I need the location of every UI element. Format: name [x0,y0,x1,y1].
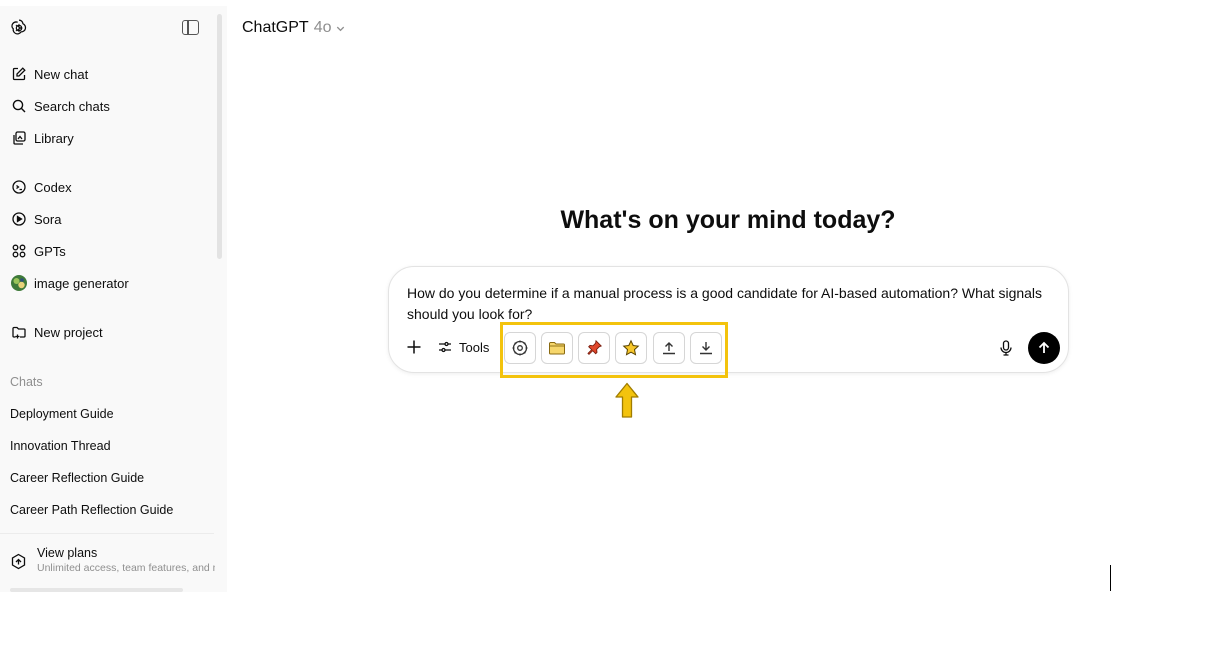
view-plans-subtitle: Unlimited access, team features, and mor… [37,562,215,574]
sidebar-item-label: Codex [34,179,72,195]
send-button[interactable] [1028,332,1060,364]
page-heading: What's on your mind today? [560,206,896,234]
microphone-button[interactable] [997,339,1015,357]
search-icon [11,98,27,114]
sidebar-divider [0,533,214,534]
sidebar-item-label: New chat [34,66,89,82]
sidebar-item-sora[interactable]: Sora [0,204,214,234]
sidebar-item-new-chat[interactable]: New chat [0,59,214,89]
sidebar-item-label: image generator [34,275,129,291]
view-plans-title: View plans [37,546,98,560]
tools-button[interactable]: Tools [437,337,489,357]
chat-item-deployment-guide[interactable]: Deployment Guide [10,407,114,421]
microphone-icon [1000,340,1012,356]
openai-logo-icon[interactable] [9,18,29,38]
chevron-down-icon [337,26,345,31]
folder-icon[interactable] [541,332,573,364]
upgrade-icon [10,553,27,570]
tools-label: Tools [459,339,490,355]
chat-item-career-path-reflection-guide[interactable]: Career Path Reflection Guide [10,503,173,517]
sidebar-item-gpts[interactable]: GPTs [0,236,214,266]
sidebar: New chat Search chats Library Codex Sora [0,6,227,592]
view-plans-button[interactable]: View plans Unlimited access, team featur… [0,544,215,584]
model-version: 4o [313,19,332,36]
sidebar-item-label: Sora [34,211,62,227]
arrow-up-icon [1038,341,1050,353]
gpt-avatar-icon [11,275,27,291]
chat-item-career-reflection-guide[interactable]: Career Reflection Guide [10,471,144,485]
prompt-input[interactable]: How do you determine if a manual process… [407,283,1057,325]
sidebar-item-image-generator[interactable]: image generator [0,268,214,298]
text-cursor [1110,565,1111,591]
chat-item-innovation-thread[interactable]: Innovation Thread [10,439,111,453]
annotation-arrow-icon [615,382,639,418]
pin-icon[interactable] [578,332,610,364]
composer: How do you determine if a manual process… [388,266,1069,378]
upload-icon[interactable] [653,332,685,364]
download-icon[interactable] [690,332,722,364]
play-circle-icon [11,211,27,227]
codex-icon [11,179,27,195]
library-icon [11,130,27,146]
sidebar-item-label: Library [34,130,74,146]
star-icon[interactable] [615,332,647,364]
sidebar-item-search-chats[interactable]: Search chats [0,91,214,121]
chats-section-label: Chats [10,375,43,389]
sidebar-item-codex[interactable]: Codex [0,172,214,202]
sliders-icon [439,341,451,353]
edit-icon [11,66,27,82]
sidebar-item-label: GPTs [34,243,66,259]
grid-icon [11,243,27,259]
sidebar-header [0,6,227,50]
sidebar-item-label: Search chats [34,98,110,114]
sidebar-toggle-icon[interactable] [182,20,199,35]
settings-gear-icon[interactable] [504,332,536,364]
model-name: ChatGPT [242,19,309,36]
sidebar-item-label: New project [34,324,103,340]
app-window: New chat Search chats Library Codex Sora [0,0,1223,592]
add-attachment-button[interactable] [405,338,423,356]
sidebar-scrollbar-thumb[interactable] [217,14,222,259]
sidebar-scrollbar[interactable] [216,14,223,592]
model-selector[interactable]: ChatGPT 4o [242,19,346,37]
sidebar-horizontal-scrollbar[interactable] [10,588,183,592]
folder-plus-icon [11,324,27,340]
sidebar-item-new-project[interactable]: New project [0,317,214,347]
sidebar-item-library[interactable]: Library [0,123,214,153]
